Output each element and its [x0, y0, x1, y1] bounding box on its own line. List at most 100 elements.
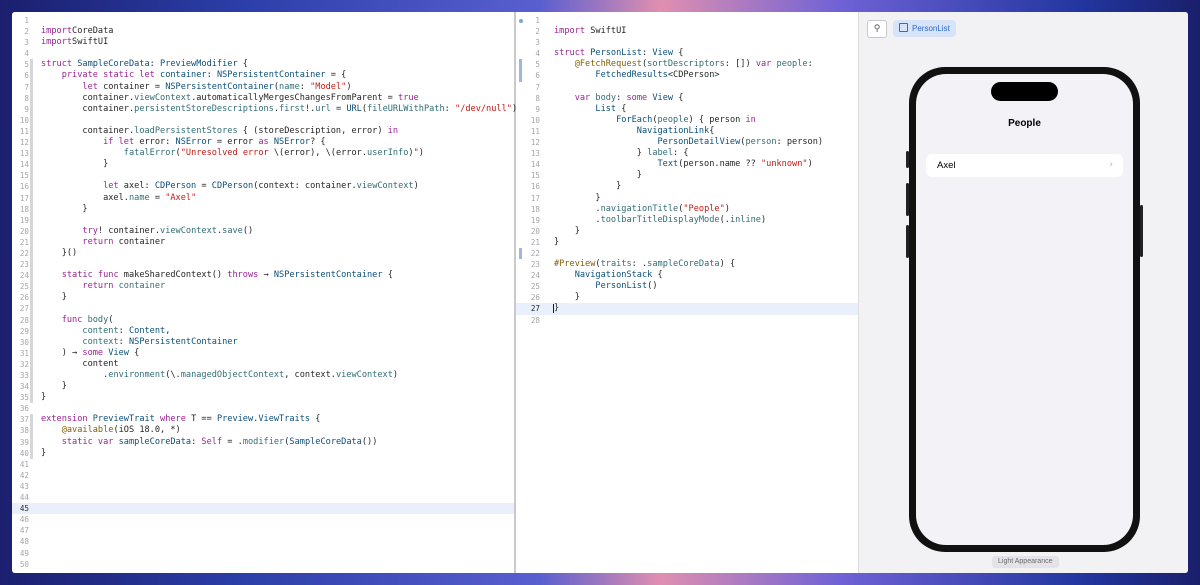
change-bar[interactable]	[30, 392, 33, 404]
code-line[interactable]: 34 }	[12, 381, 514, 393]
list-item[interactable]: Axel ›	[926, 154, 1123, 177]
change-bar[interactable]	[519, 59, 522, 71]
code-line[interactable]: 3 importSwiftUI	[12, 37, 514, 48]
code-line[interactable]: 16 }	[516, 181, 858, 192]
code-line[interactable]: 13 } label: {	[516, 148, 858, 159]
code-line[interactable]: 48	[12, 536, 514, 547]
code-line[interactable]: 31 ) → some View {	[12, 347, 514, 359]
code-line[interactable]: 27}	[516, 303, 858, 315]
code-line[interactable]: 4 struct PersonList: View {	[516, 48, 858, 59]
code-line[interactable]: 49	[12, 548, 514, 559]
code-line[interactable]: 1	[12, 15, 514, 26]
change-bar[interactable]	[30, 447, 33, 459]
change-bar[interactable]	[30, 292, 33, 304]
code-line[interactable]: 17 }	[516, 193, 858, 204]
change-bar[interactable]	[30, 125, 33, 138]
change-bar[interactable]	[30, 203, 33, 215]
change-bar[interactable]	[30, 92, 33, 104]
code-line[interactable]: 7 let container = NSPersistentContainer(…	[12, 81, 514, 93]
code-line[interactable]: 39 static var sampleCoreData: Self = .mo…	[12, 436, 514, 448]
code-line[interactable]: 29 content: Content,	[12, 325, 514, 337]
code-line[interactable]: 10	[12, 114, 514, 126]
change-bar[interactable]	[30, 381, 33, 393]
change-dot-icon[interactable]	[519, 19, 523, 23]
code-line[interactable]: 28	[516, 315, 858, 326]
code-line[interactable]: 12 PersonDetailView(person: person)	[516, 137, 858, 148]
code-line[interactable]: 35}	[12, 392, 514, 404]
code-line[interactable]: 11 NavigationLink{	[516, 126, 858, 137]
editor-person-list[interactable]: 1 2 import SwiftUI 3 4 struct PersonList: Vie…	[516, 12, 859, 573]
code-line[interactable]: 4	[12, 48, 514, 59]
code-line[interactable]: 27	[12, 303, 514, 315]
code-line[interactable]: 36	[12, 403, 514, 414]
change-bar[interactable]	[30, 314, 33, 326]
change-bar[interactable]	[30, 225, 33, 237]
code-line[interactable]: 5 struct SampleCoreData: PreviewModifier …	[12, 59, 514, 71]
change-bar[interactable]	[30, 59, 33, 71]
code-area[interactable]: 1 2 import SwiftUI 3 4 struct PersonList: Vie…	[516, 15, 858, 326]
change-bar[interactable]	[30, 181, 33, 193]
code-line[interactable]: 16 let axel: CDPerson = CDPerson(context…	[12, 181, 514, 193]
code-line[interactable]: 41	[12, 459, 514, 470]
code-line[interactable]: 7	[516, 82, 858, 93]
change-bar[interactable]	[30, 236, 33, 248]
code-line[interactable]: 43	[12, 481, 514, 492]
appearance-label[interactable]: Light Appearance	[992, 556, 1059, 568]
code-line[interactable]: 6 FetchedResults<CDPerson>	[516, 70, 858, 82]
code-line[interactable]: 18 }	[12, 203, 514, 215]
code-line[interactable]: 22 }()	[12, 247, 514, 260]
preview-selector-chip[interactable]: PersonList	[893, 20, 956, 37]
code-line[interactable]: 8 container.viewContext.automaticallyMer…	[12, 92, 514, 104]
change-bar[interactable]	[30, 303, 33, 315]
change-bar[interactable]	[30, 259, 33, 271]
change-bar[interactable]	[30, 192, 33, 204]
code-line[interactable]: 23	[12, 259, 514, 271]
code-line[interactable]: 26 }	[516, 292, 858, 303]
change-bar[interactable]	[30, 148, 33, 160]
code-line[interactable]: 9 List {	[516, 104, 858, 115]
code-line[interactable]: 23 #Preview(traits: .sampleCoreData) {	[516, 259, 858, 270]
code-line[interactable]: 21}	[516, 237, 858, 248]
change-bar[interactable]	[519, 247, 522, 260]
code-line[interactable]: 21 return container	[12, 236, 514, 248]
code-line[interactable]: 33 .environment(\.managedObjectContext, …	[12, 370, 514, 382]
code-line[interactable]: 46	[12, 514, 514, 525]
code-line[interactable]: 10 ForEach(people) { person in	[516, 115, 858, 126]
code-line[interactable]: 3	[516, 37, 858, 48]
code-line[interactable]: 44	[12, 492, 514, 503]
code-line[interactable]: 17 axel.name = "Axel"	[12, 192, 514, 204]
change-bar[interactable]	[30, 281, 33, 293]
code-line[interactable]: 26 }	[12, 292, 514, 304]
code-line[interactable]: 30 context: NSPersistentContainer	[12, 336, 514, 348]
code-area[interactable]: 1 2 importCoreData 3 importSwiftUI 4 5 struct S…	[12, 15, 517, 570]
change-bar[interactable]	[30, 103, 33, 115]
code-line[interactable]: 47	[12, 525, 514, 536]
code-line[interactable]: 11 container.loadPersistentStores { (sto…	[12, 125, 514, 138]
code-line[interactable]: 50	[12, 559, 514, 570]
change-bar[interactable]	[30, 114, 33, 126]
change-bar[interactable]	[30, 436, 33, 448]
code-line[interactable]: 12 if let error: NSError = error as NSEr…	[12, 137, 514, 149]
change-bar[interactable]	[30, 425, 33, 437]
code-line[interactable]: 14 }	[12, 159, 514, 171]
code-line[interactable]: 14 Text(person.name ?? "unknown")	[516, 159, 858, 170]
code-line[interactable]: 6 private static let container: NSPersis…	[12, 70, 514, 82]
editor-sample-core-data[interactable]: 1 2 importCoreData 3 importSwiftUI 4 5 struct S…	[12, 12, 517, 573]
code-line[interactable]: 19 .toolbarTitleDisplayMode(.inline)	[516, 215, 858, 226]
change-bar[interactable]	[30, 159, 33, 171]
code-line[interactable]: 20 }	[516, 226, 858, 237]
change-bar[interactable]	[30, 347, 33, 359]
change-bar[interactable]	[30, 414, 33, 426]
code-line[interactable]: 22	[516, 247, 858, 260]
code-line[interactable]: 20 try! container.viewContext.save()	[12, 225, 514, 237]
pin-preview-button[interactable]: ⚲	[867, 20, 887, 38]
code-line[interactable]: 24 NavigationStack {	[516, 270, 858, 281]
change-bar[interactable]	[30, 336, 33, 348]
change-bar[interactable]	[30, 70, 33, 82]
change-bar[interactable]	[30, 370, 33, 382]
code-line[interactable]: 28 func body(	[12, 314, 514, 326]
change-bar[interactable]	[30, 270, 33, 282]
code-line[interactable]: 19	[12, 214, 514, 226]
code-line[interactable]: 5 @FetchRequest(sortDescriptors: []) var…	[516, 59, 858, 71]
code-line[interactable]: 1	[516, 15, 858, 26]
